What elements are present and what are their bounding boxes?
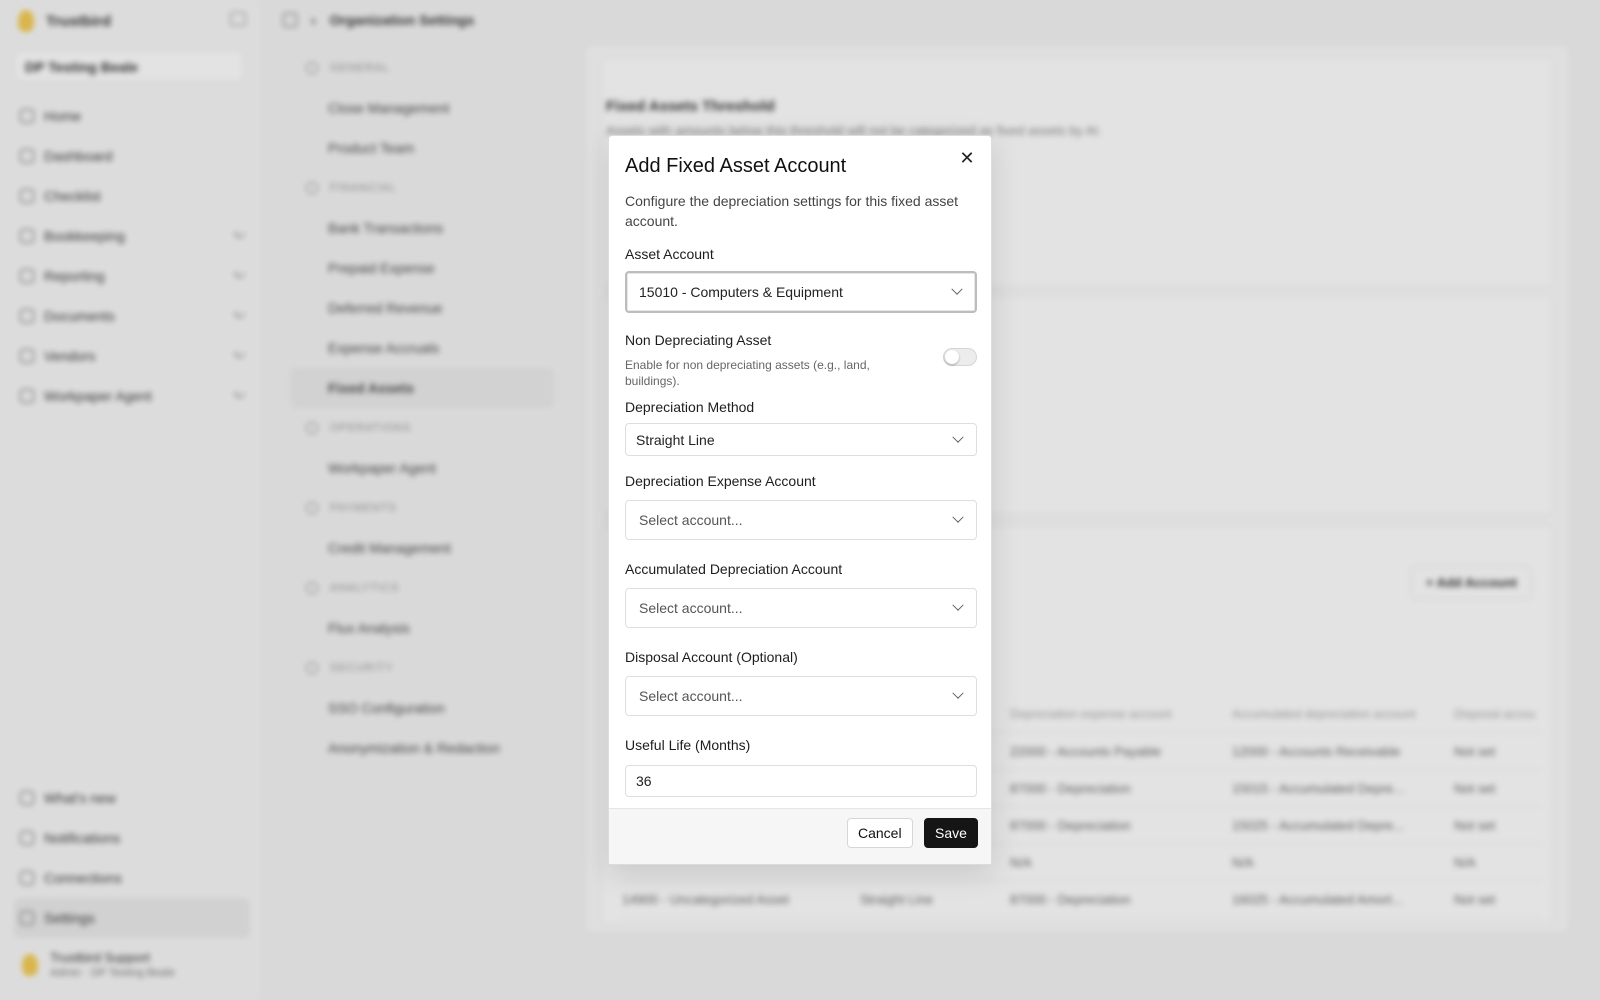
cancel-button[interactable]: Cancel xyxy=(847,818,913,848)
accumulated-account-placeholder: Select account... xyxy=(639,600,743,616)
chevron-down-icon xyxy=(952,599,964,611)
accumulated-account-select[interactable]: Select account... xyxy=(625,588,977,628)
chevron-down-icon xyxy=(951,283,963,295)
asset-account-value: 15010 - Computers & Equipment xyxy=(639,284,843,300)
dialog-description: Configure the depreciation settings for … xyxy=(625,193,959,229)
chevron-down-icon xyxy=(952,511,964,523)
useful-life-label: Useful Life (Months) xyxy=(625,737,751,753)
dialog-title: Add Fixed Asset Account xyxy=(625,155,847,177)
expense-account-select[interactable]: Select account... xyxy=(625,500,977,540)
asset-account-label: Asset Account xyxy=(625,246,714,262)
close-icon[interactable]: ✕ xyxy=(957,148,977,168)
chevron-down-icon xyxy=(952,687,964,699)
depreciation-method-select[interactable]: Straight Line xyxy=(625,423,977,456)
toggle-knob xyxy=(945,350,959,364)
non-depreciating-hint: Enable for non depreciating assets (e.g.… xyxy=(625,358,870,388)
non-depreciating-toggle[interactable] xyxy=(943,348,977,366)
expense-account-label: Depreciation Expense Account xyxy=(625,473,816,489)
add-fixed-asset-dialog: ✕ Add Fixed Asset Account Configure the … xyxy=(608,135,992,865)
save-button[interactable]: Save xyxy=(924,818,978,848)
disposal-account-select[interactable]: Select account... xyxy=(625,676,977,716)
useful-life-input[interactable] xyxy=(625,765,977,797)
depreciation-method-label: Depreciation Method xyxy=(625,399,755,415)
depreciation-method-value: Straight Line xyxy=(636,431,715,448)
expense-account-placeholder: Select account... xyxy=(639,512,743,528)
chevron-down-icon xyxy=(952,431,964,443)
accumulated-account-label: Accumulated Depreciation Account xyxy=(625,561,843,577)
disposal-account-placeholder: Select account... xyxy=(639,688,743,704)
asset-account-select[interactable]: 15010 - Computers & Equipment xyxy=(625,271,977,313)
non-depreciating-label: Non Depreciating Asset xyxy=(625,332,772,348)
disposal-account-label: Disposal Account (Optional) xyxy=(625,649,798,665)
dialog-footer: Cancel Save xyxy=(609,808,991,864)
